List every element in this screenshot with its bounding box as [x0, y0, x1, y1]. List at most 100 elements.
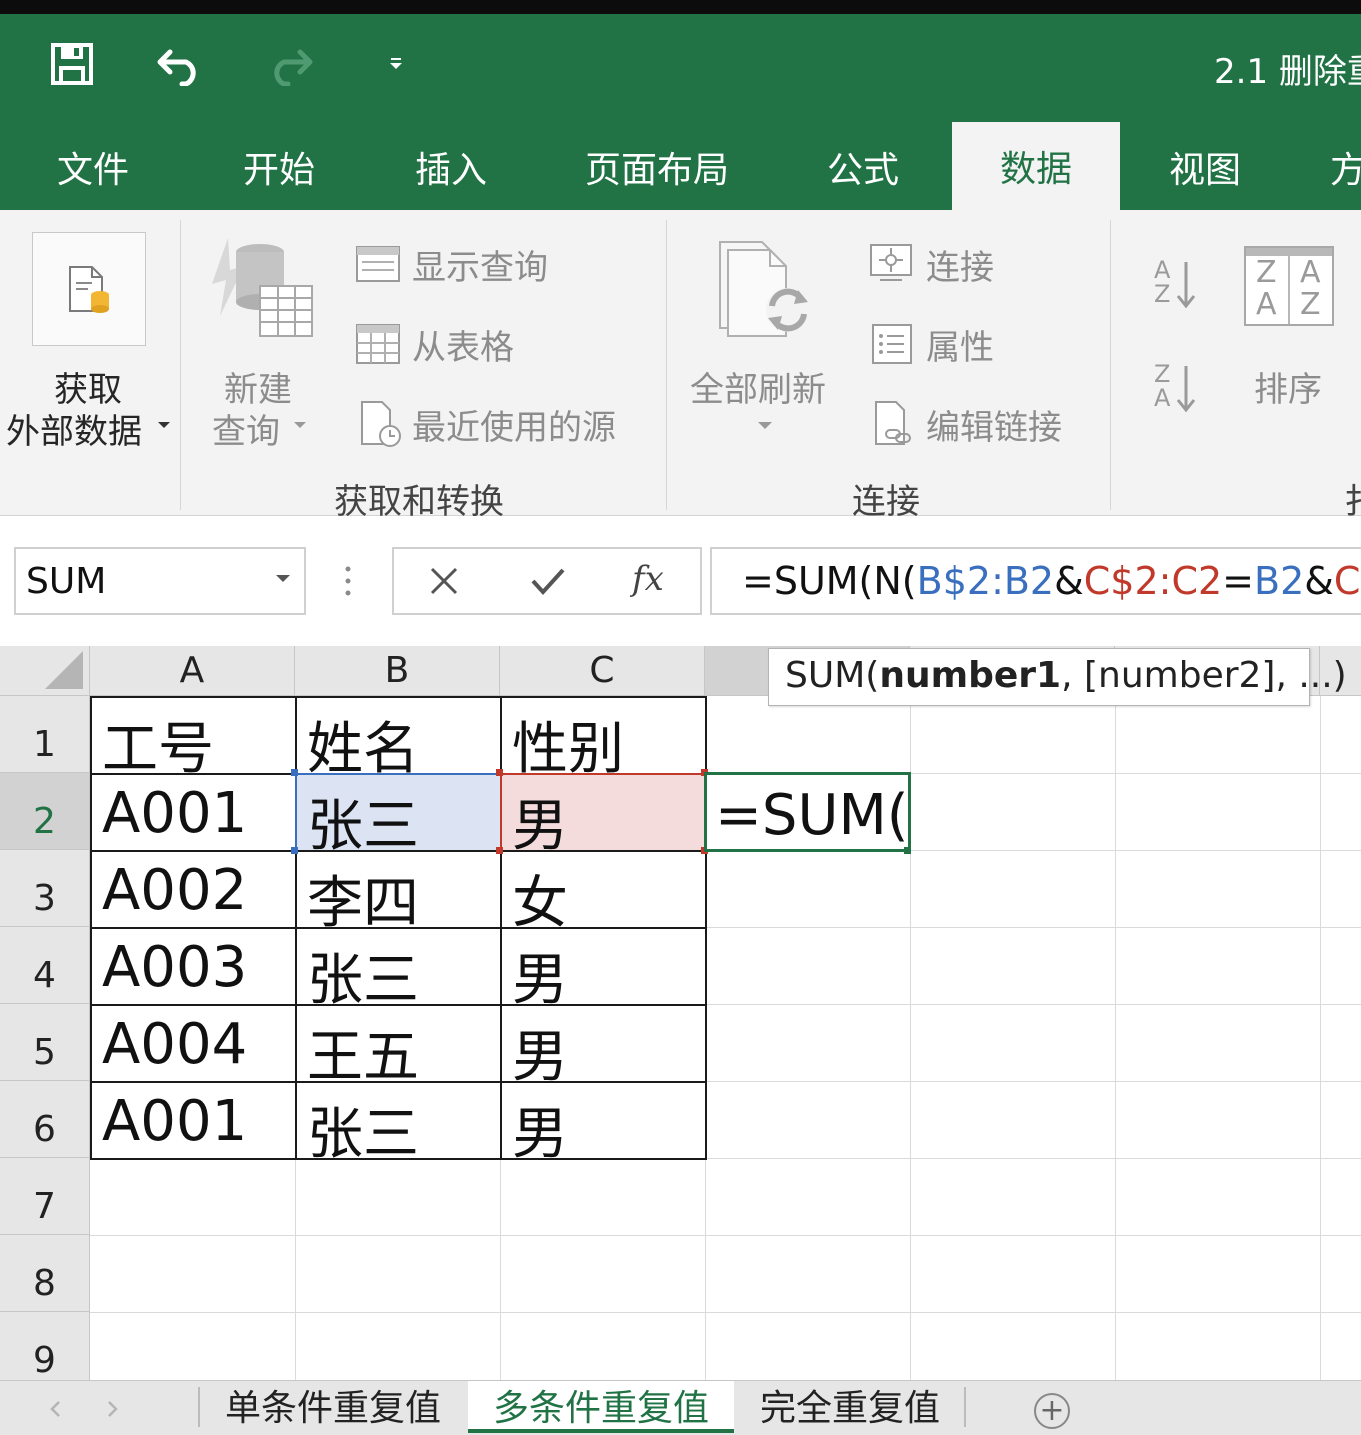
- cancel-icon[interactable]: [428, 565, 460, 597]
- cell-b3[interactable]: 李四: [295, 850, 502, 929]
- recent-sources-button[interactable]: 最近使用的源: [352, 400, 652, 448]
- properties-icon: [872, 324, 912, 364]
- worksheet-grid[interactable]: A B C 1 2 3 4 5 6 7 8 9 工号 姓名 性别 A001 张三…: [0, 646, 1361, 1380]
- sort-down-arrow-icon: [1176, 366, 1196, 413]
- cell-b4[interactable]: 张三: [295, 927, 502, 1006]
- sort-label: 排序: [1254, 370, 1322, 410]
- active-cell-d2[interactable]: =SUM(N: [704, 772, 911, 852]
- ref-handle-blue[interactable]: [291, 847, 298, 854]
- edit-links-button[interactable]: 编辑链接: [866, 400, 1096, 448]
- new-query-label-2: 查询: [212, 412, 280, 452]
- cell-a6[interactable]: A001: [90, 1081, 297, 1160]
- connections-button[interactable]: 连接: [866, 240, 1096, 288]
- cell-a4[interactable]: A003: [90, 927, 297, 1006]
- save-icon[interactable]: [44, 36, 100, 92]
- title-bar: 2.1 删除重: [0, 14, 1361, 124]
- group-separator: [666, 220, 667, 510]
- connections-icon: [870, 244, 912, 281]
- add-sheet-icon[interactable]: +: [1034, 1393, 1070, 1429]
- fill-handle[interactable]: [904, 847, 911, 854]
- get-external-dropdown-icon[interactable]: [158, 422, 170, 428]
- tab-data[interactable]: 数据: [952, 122, 1120, 210]
- sort-descending-button[interactable]: Z A: [1150, 362, 1204, 422]
- select-all-corner[interactable]: [0, 646, 90, 696]
- tab-page-layout[interactable]: 页面布局: [572, 124, 742, 210]
- cell-c4[interactable]: 男: [500, 927, 707, 1006]
- sort-az-bottom: Z: [1154, 280, 1171, 308]
- row-header-3[interactable]: 3: [0, 850, 90, 927]
- row-header-9[interactable]: 9: [0, 1312, 90, 1380]
- tab-view[interactable]: 视图: [1142, 124, 1268, 210]
- sort-dialog-tr: A: [1300, 255, 1321, 290]
- sheet-tab-multi-condition[interactable]: 多条件重复值: [468, 1381, 734, 1433]
- undo-icon[interactable]: [152, 36, 208, 92]
- cell-c6[interactable]: 男: [500, 1081, 707, 1160]
- sheet-next-icon[interactable]: [98, 1391, 128, 1427]
- insert-function-icon[interactable]: fx: [632, 559, 664, 599]
- cell-a5[interactable]: A004: [90, 1004, 297, 1083]
- tab-home[interactable]: 开始: [216, 124, 342, 210]
- from-table-button[interactable]: 从表格: [352, 320, 652, 368]
- new-query-icon: [212, 238, 313, 337]
- formula-text: =SUM(N(B$2:B2&C$2:C2=B2&C2): [742, 559, 1361, 603]
- tab-insert[interactable]: 插入: [388, 124, 514, 210]
- cell-a3[interactable]: A002: [90, 850, 297, 929]
- name-box-dropdown-icon[interactable]: [276, 575, 290, 582]
- sort-za-top: Z: [1154, 360, 1171, 388]
- cell-c1[interactable]: 性别: [500, 696, 707, 775]
- show-queries-button[interactable]: 显示查询: [352, 240, 652, 288]
- cell-c3[interactable]: 女: [500, 850, 707, 929]
- window-top-edge: [0, 0, 1361, 14]
- cell-c5[interactable]: 男: [500, 1004, 707, 1083]
- customize-qat-icon[interactable]: [368, 36, 424, 92]
- row-header-4[interactable]: 4: [0, 927, 90, 1004]
- cell-b1[interactable]: 姓名: [295, 696, 502, 775]
- sort-ascending-button[interactable]: A Z: [1150, 258, 1204, 318]
- ref-handle-blue[interactable]: [291, 769, 298, 776]
- redo-icon[interactable]: [262, 36, 318, 92]
- cell-a1[interactable]: 工号: [90, 696, 297, 775]
- refresh-all-button[interactable]: [716, 236, 816, 352]
- tab-file[interactable]: 文件: [30, 124, 156, 210]
- sort-dialog-button[interactable]: Z A A Z: [1244, 246, 1334, 326]
- row-header-7[interactable]: 7: [0, 1158, 90, 1235]
- formula-part: &: [1304, 559, 1334, 603]
- column-header-c[interactable]: C: [500, 646, 705, 696]
- function-argument-tooltip[interactable]: SUM(number1, [number2], ...): [768, 648, 1347, 706]
- get-external-data-label-2: 外部数据: [6, 412, 142, 452]
- sheet-prev-icon[interactable]: [40, 1391, 70, 1427]
- cell-b6[interactable]: 张三: [295, 1081, 502, 1160]
- column-header-b[interactable]: B: [295, 646, 500, 696]
- get-external-data-button[interactable]: [32, 232, 146, 346]
- name-box[interactable]: SUM: [14, 547, 306, 615]
- formula-bar: SUM fx =SUM(N(B$2:B2&C$2:C2=B2&C2): [0, 516, 1361, 646]
- column-header-a[interactable]: A: [90, 646, 295, 696]
- sheet-tab-single-condition[interactable]: 单条件重复值: [204, 1381, 462, 1429]
- sort-dialog-tl: Z: [1256, 255, 1277, 290]
- refresh-all-dropdown-icon[interactable]: [758, 422, 772, 429]
- properties-button[interactable]: 属性: [866, 320, 1096, 368]
- ref-handle-red[interactable]: [496, 847, 503, 854]
- row-header-6[interactable]: 6: [0, 1081, 90, 1158]
- row-header-1[interactable]: 1: [0, 696, 90, 773]
- row-header-2[interactable]: 2: [0, 773, 90, 850]
- recent-sources-icon: [361, 401, 401, 447]
- name-box-value: SUM: [26, 561, 107, 602]
- cell-b5[interactable]: 王五: [295, 1004, 502, 1083]
- cell-c2[interactable]: 男: [500, 773, 707, 852]
- splitter-handle-icon[interactable]: [340, 564, 356, 598]
- formula-ref-red: C$2:C2: [1083, 559, 1223, 603]
- cell-b2[interactable]: 张三: [295, 773, 502, 852]
- enter-check-icon[interactable]: [530, 565, 566, 597]
- row-header-8[interactable]: 8: [0, 1235, 90, 1312]
- tab-formulas[interactable]: 公式: [800, 124, 926, 210]
- tab-partial[interactable]: 方: [1330, 124, 1361, 210]
- new-query-dropdown-icon[interactable]: [294, 422, 306, 428]
- cell-a2[interactable]: A001: [90, 773, 297, 852]
- ref-handle-red[interactable]: [496, 769, 503, 776]
- new-query-button[interactable]: [208, 232, 318, 350]
- from-table-icon: [356, 324, 400, 364]
- formula-input[interactable]: =SUM(N(B$2:B2&C$2:C2=B2&C2): [710, 547, 1361, 615]
- sheet-tab-full-duplicate[interactable]: 完全重复值: [740, 1381, 960, 1429]
- row-header-5[interactable]: 5: [0, 1004, 90, 1081]
